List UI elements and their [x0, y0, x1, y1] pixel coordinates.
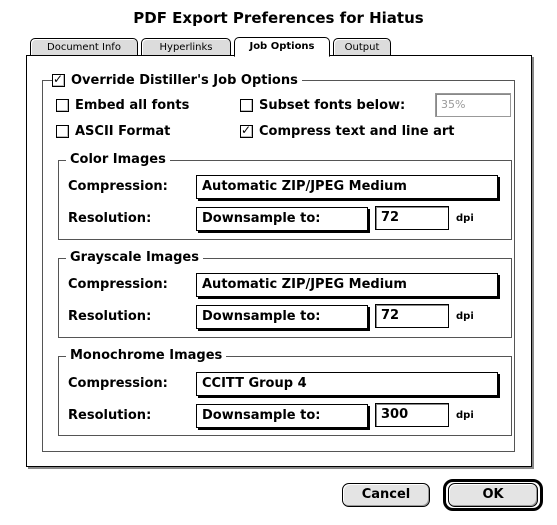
- color-images-title: Color Images: [66, 152, 170, 167]
- color-compression-popup[interactable]: Automatic ZIP/JPEG Medium: [196, 175, 498, 199]
- tab-job-options[interactable]: Job Options: [234, 37, 330, 57]
- grayscale-dpi-field[interactable]: 72: [375, 304, 449, 328]
- monochrome-dpi-field[interactable]: 300: [375, 403, 449, 427]
- grayscale-resolution-label: Resolution:: [68, 309, 152, 324]
- subset-fonts-label: Subset fonts below:: [259, 98, 406, 113]
- override-check-box[interactable]: [52, 72, 65, 87]
- subset-fonts-checkbox[interactable]: Subset fonts below:: [240, 98, 405, 113]
- tab-output[interactable]: Output: [333, 38, 391, 56]
- grayscale-dpi-unit: dpi: [456, 311, 474, 322]
- ascii-format-box[interactable]: [56, 125, 69, 138]
- monochrome-images-title: Monochrome Images: [66, 348, 227, 363]
- compress-text-box[interactable]: [240, 123, 253, 138]
- grayscale-images-title: Grayscale Images: [66, 250, 203, 265]
- monochrome-compression-label: Compression:: [68, 376, 168, 391]
- compress-text-checkbox[interactable]: Compress text and line art: [240, 123, 455, 139]
- color-resolution-label: Resolution:: [68, 211, 152, 226]
- monochrome-dpi-unit: dpi: [456, 410, 474, 421]
- embed-fonts-checkbox[interactable]: Embed all fonts: [56, 98, 189, 113]
- subset-threshold-field[interactable]: 35%: [435, 93, 511, 117]
- embed-fonts-box[interactable]: [56, 99, 69, 112]
- embed-fonts-label: Embed all fonts: [75, 98, 190, 113]
- ascii-format-label: ASCII Format: [75, 124, 171, 139]
- grayscale-compression-popup[interactable]: Automatic ZIP/JPEG Medium: [196, 273, 498, 297]
- monochrome-resolution-label: Resolution:: [68, 408, 152, 423]
- color-compression-label: Compression:: [68, 179, 168, 194]
- ascii-format-checkbox[interactable]: ASCII Format: [56, 124, 170, 139]
- override-distiller-checkbox[interactable]: Override Distiller's Job Options: [52, 72, 302, 88]
- color-dpi-unit: dpi: [456, 213, 474, 224]
- override-label: Override Distiller's Job Options: [71, 73, 298, 88]
- grayscale-compression-label: Compression:: [68, 277, 168, 292]
- color-dpi-field[interactable]: 72: [375, 206, 449, 230]
- monochrome-resolution-popup[interactable]: Downsample to:: [196, 404, 368, 428]
- dialog-title: PDF Export Preferences for Hiatus: [133, 9, 424, 27]
- compress-text-label: Compress text and line art: [259, 124, 455, 139]
- grayscale-resolution-popup[interactable]: Downsample to:: [196, 305, 368, 329]
- cancel-button[interactable]: Cancel: [342, 483, 430, 507]
- tab-document-info[interactable]: Document Info: [30, 38, 138, 56]
- color-resolution-popup[interactable]: Downsample to:: [196, 207, 368, 231]
- subset-fonts-box[interactable]: [240, 99, 253, 112]
- monochrome-compression-popup[interactable]: CCITT Group 4: [196, 372, 498, 396]
- ok-button[interactable]: OK: [448, 483, 538, 507]
- tab-hyperlinks[interactable]: Hyperlinks: [141, 38, 231, 56]
